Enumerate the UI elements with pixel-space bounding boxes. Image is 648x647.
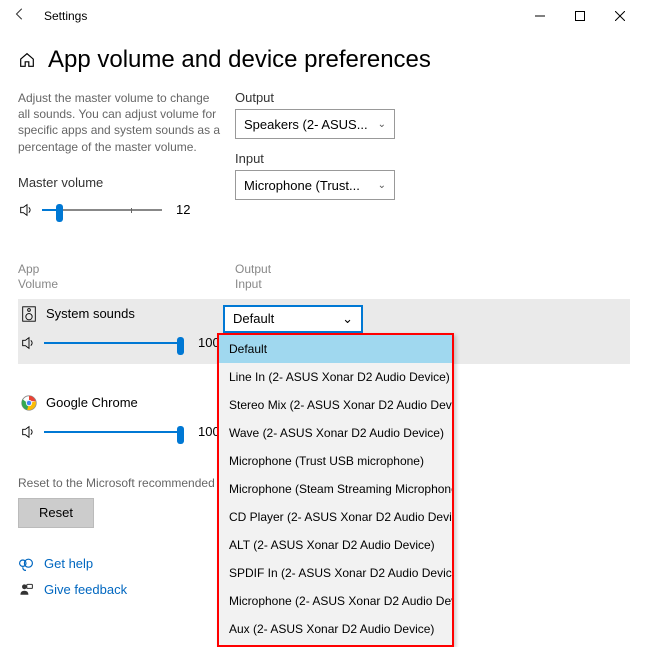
minimize-button[interactable] bbox=[520, 1, 560, 31]
chrome-icon bbox=[20, 394, 38, 412]
speaker-icon[interactable] bbox=[18, 201, 36, 219]
dropdown-item[interactable]: Microphone (Steam Streaming Microphone) bbox=[219, 475, 452, 503]
home-icon[interactable] bbox=[18, 51, 36, 69]
page-title: App volume and device preferences bbox=[48, 46, 431, 74]
master-volume-slider[interactable] bbox=[42, 200, 162, 220]
header: App volume and device preferences bbox=[0, 32, 648, 90]
close-button[interactable] bbox=[600, 1, 640, 31]
system-sounds-output-value: Default bbox=[233, 311, 274, 326]
app-name-label: Google Chrome bbox=[46, 395, 138, 410]
window-title: Settings bbox=[32, 9, 520, 23]
feedback-icon bbox=[18, 582, 34, 598]
dropdown-item[interactable]: Microphone (Trust USB microphone) bbox=[219, 447, 452, 475]
input-selected: Microphone (Trust... bbox=[244, 178, 360, 193]
input-select[interactable]: Microphone (Trust... ⌄ bbox=[235, 170, 395, 200]
dropdown-item[interactable]: Wave (2- ASUS Xonar D2 Audio Device) bbox=[219, 419, 452, 447]
master-volume-value: 12 bbox=[176, 202, 190, 217]
system-sounds-volume-slider[interactable] bbox=[44, 333, 184, 353]
chrome-volume-slider[interactable] bbox=[44, 422, 184, 442]
master-volume-label: Master volume bbox=[18, 175, 223, 190]
dropdown-item[interactable]: SPDIF In (2- ASUS Xonar D2 Audio Device) bbox=[219, 559, 452, 587]
output-label: Output bbox=[235, 90, 435, 105]
input-label: Input bbox=[235, 151, 435, 166]
app-column-header: App Volume bbox=[18, 262, 223, 293]
back-button[interactable] bbox=[8, 7, 32, 26]
give-feedback-link[interactable]: Give feedback bbox=[44, 582, 127, 597]
output-selected: Speakers (2- ASUS... bbox=[244, 117, 368, 132]
chevron-down-icon: ⌄ bbox=[378, 119, 386, 130]
dropdown-item[interactable]: Stereo Mix (2- ASUS Xonar D2 Audio Devic… bbox=[219, 391, 452, 419]
dropdown-item[interactable]: CD Player (2- ASUS Xonar D2 Audio Device… bbox=[219, 503, 452, 531]
chevron-down-icon: ⌄ bbox=[378, 180, 386, 191]
dropdown-item[interactable]: Microphone (2- ASUS Xonar D2 Audio Devic… bbox=[219, 587, 452, 615]
output-column-header: Output Input bbox=[235, 262, 435, 293]
speaker-icon[interactable] bbox=[20, 423, 38, 441]
dropdown-item[interactable]: ALT (2- ASUS Xonar D2 Audio Device) bbox=[219, 531, 452, 559]
description-text: Adjust the master volume to change all s… bbox=[18, 90, 223, 155]
get-help-link[interactable]: Get help bbox=[44, 556, 93, 571]
reset-button[interactable]: Reset bbox=[18, 498, 94, 528]
system-sounds-output-select[interactable]: Default ⌄ bbox=[223, 305, 363, 333]
system-sounds-icon bbox=[20, 305, 38, 323]
chevron-down-icon: ⌄ bbox=[342, 311, 353, 327]
dropdown-item[interactable]: Aux (2- ASUS Xonar D2 Audio Device) bbox=[219, 615, 452, 643]
output-select[interactable]: Speakers (2- ASUS... ⌄ bbox=[235, 109, 395, 139]
help-icon bbox=[18, 556, 34, 572]
app-name-label: System sounds bbox=[46, 306, 135, 321]
titlebar: Settings bbox=[0, 0, 648, 32]
dropdown-item[interactable]: Line In (2- ASUS Xonar D2 Audio Device) bbox=[219, 363, 452, 391]
speaker-icon[interactable] bbox=[20, 334, 38, 352]
dropdown-item[interactable]: Default bbox=[219, 335, 452, 363]
maximize-button[interactable] bbox=[560, 1, 600, 31]
input-device-dropdown[interactable]: Default Line In (2- ASUS Xonar D2 Audio … bbox=[217, 333, 454, 647]
